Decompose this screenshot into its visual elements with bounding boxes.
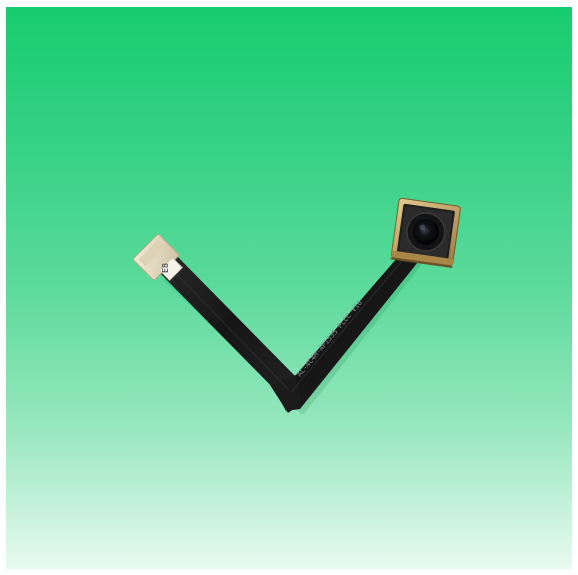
connector-label-text: E8 bbox=[161, 263, 170, 273]
product-photo: AL-4C4M-AP1535 PLCC V16 E8 bbox=[6, 7, 572, 569]
image-frame: AL-4C4M-AP1535 PLCC V16 E8 bbox=[0, 0, 578, 575]
camera-module bbox=[390, 197, 461, 268]
camera-module-illustration: AL-4C4M-AP1535 PLCC V16 E8 bbox=[133, 197, 461, 414]
